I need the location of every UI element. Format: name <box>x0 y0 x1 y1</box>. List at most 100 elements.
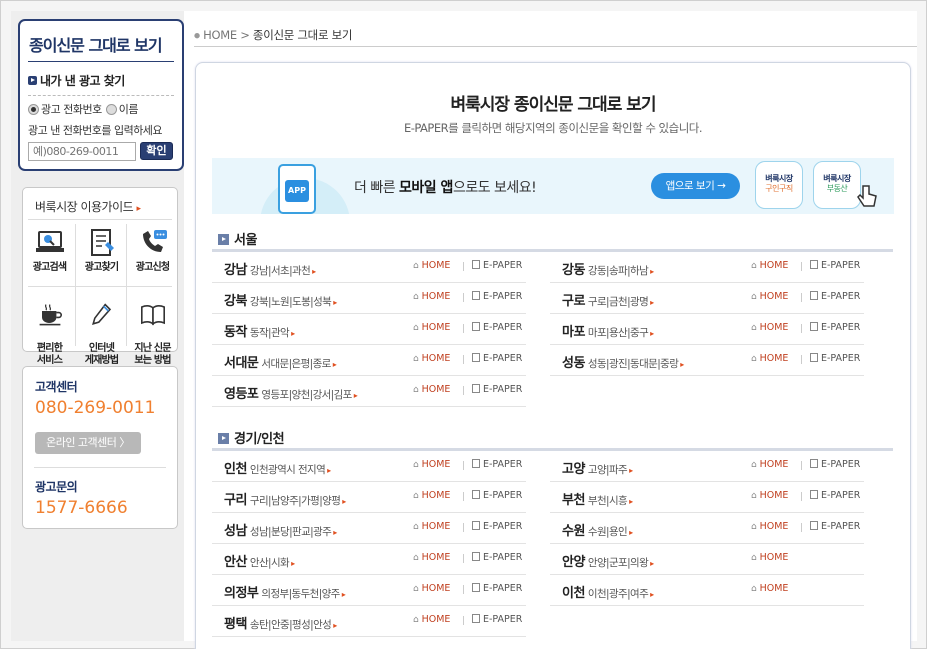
region-link[interactable]: 성동 성동|광진|동대문|중랑 ▸ <box>562 352 684 371</box>
epaper-link[interactable]: E-PAPER <box>810 260 860 271</box>
region-link[interactable]: 동작 동작|관악 ▸ <box>224 321 295 340</box>
home-link[interactable]: ⌂ HOME <box>751 552 788 563</box>
guide-ad-search[interactable]: 광고검색 <box>24 228 75 274</box>
epaper-link[interactable]: E-PAPER <box>472 384 522 395</box>
epaper-link[interactable]: E-PAPER <box>810 291 860 302</box>
guide-item-label: 지난 신문 보는 방법 <box>134 343 171 366</box>
epaper-link[interactable]: E-PAPER <box>472 322 522 333</box>
app-card-title: 벼룩시장 <box>823 174 851 183</box>
home-link[interactable]: ⌂ HOME <box>413 552 450 563</box>
region-name: 성남 <box>224 524 247 539</box>
phone-input[interactable] <box>28 142 136 161</box>
region-link[interactable]: 구리 구리|남양주|가평|양평 ▸ <box>224 489 346 508</box>
home-label: HOME <box>421 521 451 532</box>
region-row: 인천 인천광역시 전지역 ▸ ⌂ HOME E-PAPER <box>212 451 526 482</box>
radio-name[interactable] <box>105 103 117 115</box>
epaper-link[interactable]: E-PAPER <box>472 353 522 364</box>
radio-phone[interactable] <box>28 103 39 115</box>
home-link[interactable]: ⌂ HOME <box>751 291 788 302</box>
home-link[interactable]: ⌂ HOME <box>751 490 788 501</box>
online-cs-button[interactable]: 온라인 고객센터 〉 <box>35 432 141 454</box>
open-app-button[interactable]: 앱으로 보기 → <box>651 173 740 199</box>
epaper-link[interactable]: E-PAPER <box>472 614 522 625</box>
region-link[interactable]: 강남 강남|서초|과천 ▸ <box>224 259 316 278</box>
region-name: 강동 <box>562 263 585 278</box>
epaper-link[interactable]: E-PAPER <box>810 490 860 501</box>
home-link[interactable]: ⌂ HOME <box>751 521 788 532</box>
region-link[interactable]: 구로 구로|금천|광명 ▸ <box>562 290 654 309</box>
radio-name-label[interactable]: 이름 <box>119 101 139 117</box>
home-link[interactable]: ⌂ HOME <box>413 583 450 594</box>
arrow-right-icon: ▸ <box>680 360 684 369</box>
region-link[interactable]: 서대문 서대문|은평|종로 ▸ <box>224 352 337 371</box>
guide-ad-find[interactable]: 광고찾기 <box>76 228 127 274</box>
region-link[interactable]: 부천 부천|시흥 ▸ <box>562 489 633 508</box>
home-link[interactable]: ⌂ HOME <box>413 260 450 271</box>
jobs-app-card[interactable]: 벼룩시장 구인구직 <box>755 161 803 209</box>
region-link[interactable]: 인천 인천광역시 전지역 ▸ <box>224 458 331 477</box>
region-link[interactable]: 안산 안산|시화 ▸ <box>224 551 295 570</box>
region-link[interactable]: 의정부 의정부|동두천|양주 ▸ <box>224 582 346 601</box>
region-row: 동작 동작|관악 ▸ ⌂ HOME E-PAPER <box>212 314 526 345</box>
paper-view-title[interactable]: 종이신문 그대로 보기 <box>29 32 163 56</box>
divider <box>463 616 464 625</box>
region-link[interactable]: 평택 송탄|안중|평성|안성 ▸ <box>224 613 337 632</box>
epaper-link[interactable]: E-PAPER <box>472 291 522 302</box>
region-section-title: 서울 <box>218 229 257 248</box>
region-link[interactable]: 강북 강북|노원|도봉|성북 ▸ <box>224 290 337 309</box>
usage-guide-title[interactable]: 벼룩시장 이용가이드 ▸ <box>35 198 141 215</box>
realestate-app-card[interactable]: 벼룩시장 부동산 <box>813 161 861 209</box>
home-link[interactable]: ⌂ HOME <box>751 260 788 271</box>
guide-services[interactable]: 편리한 서비스 <box>24 291 75 367</box>
home-link[interactable]: ⌂ HOME <box>413 614 450 625</box>
home-link[interactable]: ⌂ HOME <box>751 322 788 333</box>
region-link[interactable]: 영등포 영등포|양천|강서|김포 ▸ <box>224 383 358 402</box>
epaper-link[interactable]: E-PAPER <box>472 583 522 594</box>
region-link[interactable]: 수원 수원|용인 ▸ <box>562 520 633 539</box>
epaper-link[interactable]: E-PAPER <box>810 353 860 364</box>
home-link[interactable]: ⌂ HOME <box>751 583 788 594</box>
region-row: 성남 성남|분당|판교|광주 ▸ ⌂ HOME E-PAPER <box>212 513 526 544</box>
region-link[interactable]: 성남 성남|분당|판교|광주 ▸ <box>224 520 337 539</box>
epaper-link[interactable]: E-PAPER <box>472 490 522 501</box>
guide-internet[interactable]: 인터넷 게재방법 <box>76 291 127 367</box>
guide-past-paper[interactable]: 지난 신문 보는 방법 <box>127 291 178 367</box>
home-link[interactable]: ⌂ HOME <box>413 490 450 501</box>
region-link[interactable]: 강동 강동|송파|하남 ▸ <box>562 259 654 278</box>
confirm-button[interactable]: 확인 <box>140 142 173 160</box>
find-ad-title: 내가 낸 광고 찾기 <box>28 72 125 89</box>
region-link[interactable]: 마포 마포|용산|중구 ▸ <box>562 321 654 340</box>
region-areas: 안산|시화 ▸ <box>250 557 295 569</box>
epaper-link[interactable]: E-PAPER <box>472 521 522 532</box>
divider <box>463 386 464 395</box>
page-title: 벼룩시장 종이신문 그대로 보기 <box>450 95 656 115</box>
home-link[interactable]: ⌂ HOME <box>413 521 450 532</box>
region-areas: 고양|파주 ▸ <box>588 464 633 476</box>
radio-phone-label[interactable]: 광고 전화번호 <box>41 101 102 117</box>
breadcrumb-home[interactable]: HOME <box>203 28 237 42</box>
home-link[interactable]: ⌂ HOME <box>413 322 450 333</box>
home-icon: ⌂ <box>751 553 760 563</box>
home-icon: ⌂ <box>751 323 760 333</box>
region-link[interactable]: 안양 안양|군포|의왕 ▸ <box>562 551 654 570</box>
home-link[interactable]: ⌂ HOME <box>413 353 450 364</box>
epaper-link[interactable]: E-PAPER <box>472 552 522 563</box>
region-link[interactable]: 고양 고양|파주 ▸ <box>562 458 633 477</box>
home-link[interactable]: ⌂ HOME <box>751 353 788 364</box>
region-link[interactable]: 이천 이천|광주|여주 ▸ <box>562 582 654 601</box>
mobile-app-banner[interactable]: APP 더 빠른 모바일 앱으로도 보세요! 앱으로 보기 → 벼룩시장 구인구직… <box>212 158 894 214</box>
epaper-link[interactable]: E-PAPER <box>472 459 522 470</box>
epaper-link[interactable]: E-PAPER <box>810 521 860 532</box>
epaper-link[interactable]: E-PAPER <box>810 459 860 470</box>
epaper-link[interactable]: E-PAPER <box>472 260 522 271</box>
home-link[interactable]: ⌂ HOME <box>413 384 450 395</box>
home-link[interactable]: ⌂ HOME <box>751 459 788 470</box>
divider <box>28 61 174 62</box>
epaper-link[interactable]: E-PAPER <box>810 322 860 333</box>
home-link[interactable]: ⌂ HOME <box>413 459 450 470</box>
home-link[interactable]: ⌂ HOME <box>413 291 450 302</box>
region-row: 평택 송탄|안중|평성|안성 ▸ ⌂ HOME E-PAPER <box>212 606 526 637</box>
guide-ad-apply[interactable]: 광고신청 <box>127 228 178 274</box>
breadcrumb: ● HOME > 종이신문 그대로 보기 <box>194 27 352 43</box>
epaper-label: E-PAPER <box>821 353 861 364</box>
